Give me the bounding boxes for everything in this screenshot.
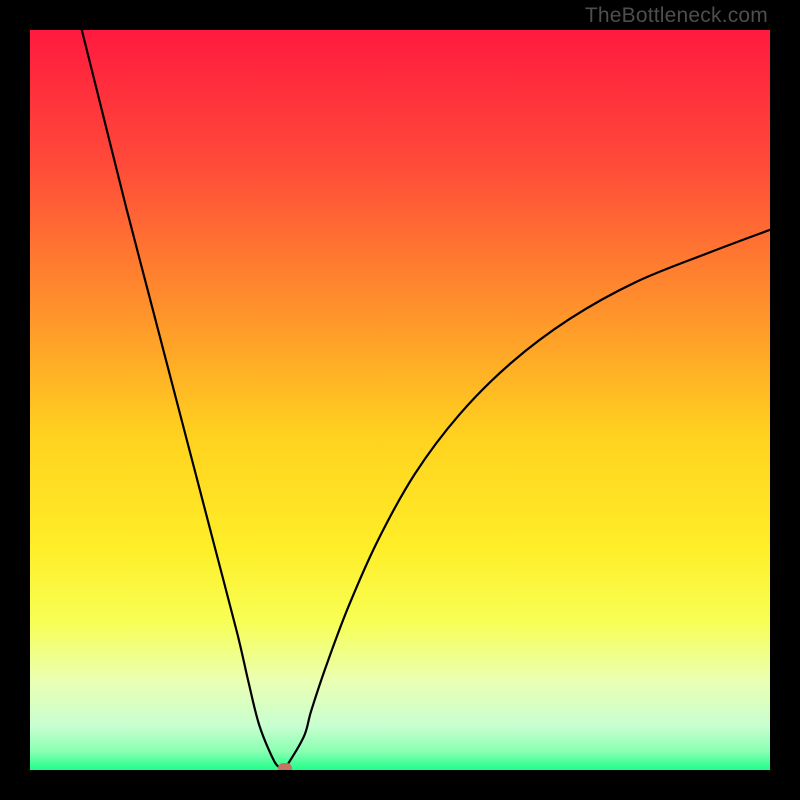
chart-frame: TheBottleneck.com [0, 0, 800, 800]
watermark-text: TheBottleneck.com [585, 4, 768, 28]
optimal-marker [278, 763, 292, 770]
plot-area [30, 30, 770, 770]
bottleneck-curve-path [82, 30, 770, 770]
curve-layer [30, 30, 770, 770]
